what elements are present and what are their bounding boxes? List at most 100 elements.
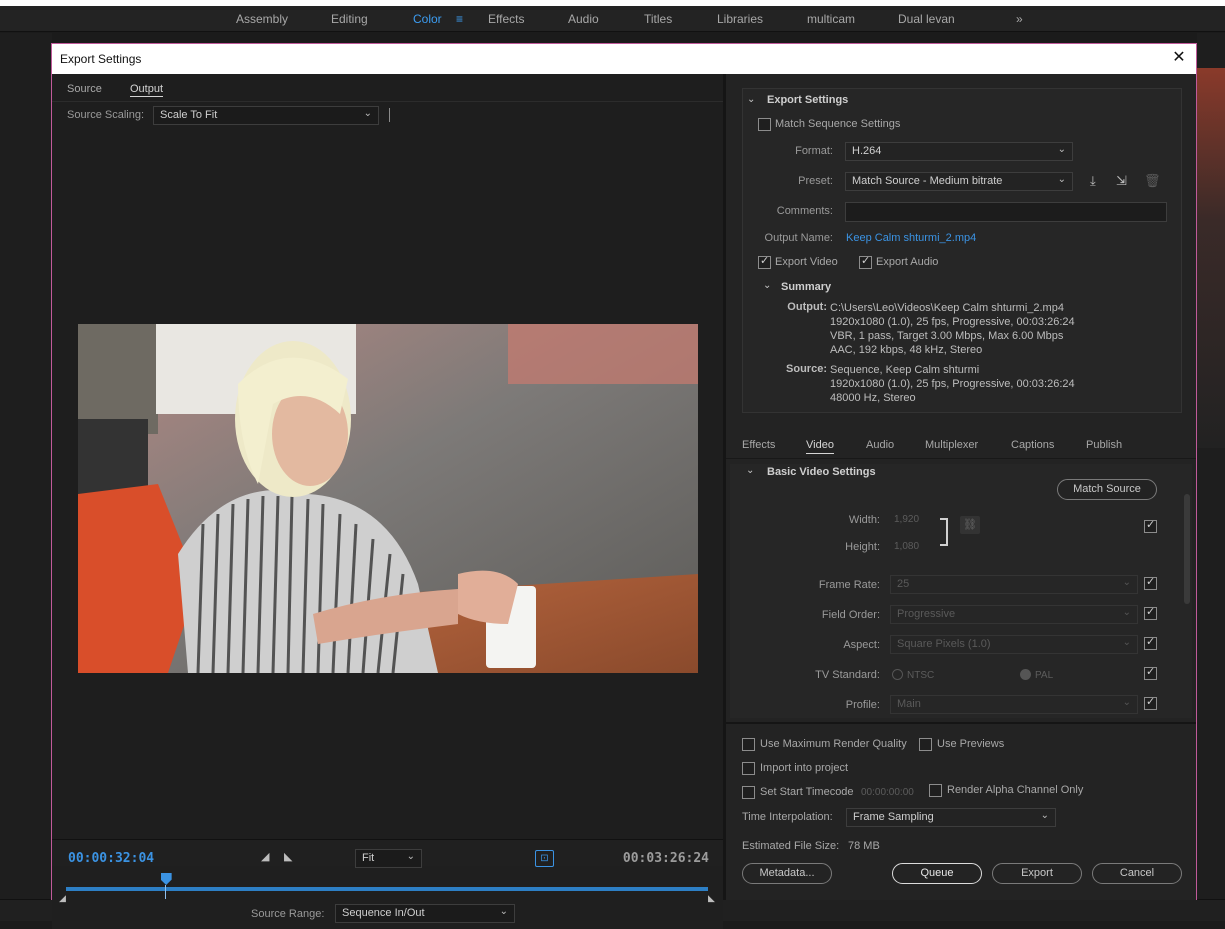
frame-rate-dropdown[interactable]: 25 ⌄ (890, 575, 1138, 594)
set-start-timecode-checkbox[interactable] (742, 786, 755, 799)
export-audio-checkbox[interactable] (859, 254, 872, 269)
aspect-label: Aspect: (843, 639, 880, 651)
time-interpolation-dropdown[interactable]: Frame Sampling ⌄ (846, 808, 1056, 827)
link-icon[interactable]: ⛓ (960, 516, 980, 534)
aspect-checkbox[interactable] (1144, 635, 1157, 650)
export-button[interactable]: Export (992, 863, 1082, 884)
workspace-tab-assembly[interactable]: Assembly (236, 12, 288, 26)
tab-publish[interactable]: Publish (1086, 439, 1122, 451)
comments-input[interactable] (845, 202, 1167, 222)
summary-output-details: C:\Users\Leo\Videos\Keep Calm shturmi_2.… (830, 302, 1075, 356)
chevron-down-icon: ⌄ (1057, 144, 1066, 155)
range-start-handle-icon[interactable]: ◢ (59, 893, 66, 904)
tab-captions[interactable]: Captions (1011, 439, 1054, 451)
workspace-tab-dual-levan[interactable]: Dual levan (898, 12, 955, 26)
workspace-tab-audio[interactable]: Audio (568, 12, 599, 26)
import-into-project-checkbox[interactable] (742, 762, 755, 775)
video-settings-scrollbar[interactable] (1184, 494, 1190, 604)
metadata-button[interactable]: Metadata... (742, 863, 832, 884)
tab-video[interactable]: Video (806, 439, 834, 454)
current-timecode[interactable]: 00:00:32:04 (68, 851, 154, 866)
workspace-tab-titles[interactable]: Titles (644, 12, 672, 26)
aspect-value: Square Pixels (1.0) (897, 638, 991, 650)
chevron-down-icon: ⌄ (1040, 810, 1049, 821)
zoom-dropdown[interactable]: Fit ⌄ (355, 849, 422, 868)
queue-button[interactable]: Queue (892, 863, 982, 884)
match-sequence-checkbox[interactable] (758, 118, 771, 131)
chevron-down-icon: ⌄ (363, 108, 372, 119)
cancel-button[interactable]: Cancel (1092, 863, 1182, 884)
match-source-button[interactable]: Match Source (1057, 479, 1157, 500)
summary-header: Summary (781, 281, 832, 293)
profile-dropdown[interactable]: Main ⌄ (890, 695, 1138, 714)
format-dropdown[interactable]: H.264 ⌄ (845, 142, 1073, 161)
fit-frame-icon[interactable]: ⊡ (535, 850, 554, 867)
source-range-dropdown[interactable]: Sequence In/Out ⌄ (335, 904, 515, 923)
workspace-bar: Assembly Editing Color ≡ Effects Audio T… (0, 6, 1225, 32)
chevron-down-icon: ⌄ (1057, 174, 1066, 185)
playhead-handle[interactable] (160, 873, 172, 885)
source-range-bar[interactable] (66, 887, 708, 891)
settings-pane: ⌄ Export Settings Match Sequence Setting… (726, 74, 1196, 900)
height-value[interactable]: 1,080 (894, 541, 919, 552)
field-order-checkbox[interactable] (1144, 605, 1157, 620)
delete-preset-icon[interactable]: 🗑 (1144, 173, 1161, 189)
collapse-chevron-icon[interactable]: ⌄ (746, 465, 754, 476)
preset-dropdown[interactable]: Match Source - Medium bitrate ⌄ (845, 172, 1073, 191)
width-height-checkbox[interactable] (1144, 518, 1157, 533)
basic-video-header: Basic Video Settings (767, 466, 876, 478)
close-icon[interactable]: ✕ (1170, 49, 1188, 67)
tv-standard-checkbox[interactable] (1144, 665, 1157, 680)
total-duration: 00:03:26:24 (622, 851, 709, 866)
field-order-dropdown[interactable]: Progressive ⌄ (890, 605, 1138, 624)
mark-out-icon[interactable]: ◣ (284, 850, 292, 863)
frame-rate-checkbox[interactable] (1144, 575, 1157, 590)
source-scaling-value: Scale To Fit (160, 109, 218, 121)
pal-radio[interactable] (1020, 669, 1031, 680)
output-name-label: Output Name: (764, 232, 833, 244)
output-name-link[interactable]: Keep Calm shturmi_2.mp4 (846, 232, 976, 244)
workspace-tab-multicam[interactable]: multicam (807, 12, 855, 26)
range-end-handle-icon[interactable]: ◣ (708, 893, 715, 904)
max-render-quality-checkbox[interactable] (742, 738, 755, 751)
match-sequence-label: Match Sequence Settings (775, 118, 901, 130)
overflow-chevron-icon[interactable]: » (1016, 12, 1023, 26)
workspace-tab-effects[interactable]: Effects (488, 12, 524, 26)
save-preset-icon[interactable]: ⤓ (1090, 173, 1096, 189)
set-start-timecode-label: Set Start Timecode (760, 786, 854, 798)
estimated-file-size-label: Estimated File Size: (742, 840, 840, 852)
tab-effects[interactable]: Effects (742, 439, 775, 451)
profile-checkbox[interactable] (1144, 695, 1157, 710)
height-label: Height: (845, 541, 880, 553)
ntsc-radio[interactable] (892, 669, 903, 680)
width-value[interactable]: 1,920 (894, 514, 919, 525)
tab-audio[interactable]: Audio (866, 439, 894, 451)
start-timecode-value[interactable]: 00:00:00:00 (861, 787, 914, 798)
tab-output[interactable]: Output (130, 83, 164, 97)
comments-label: Comments: (776, 205, 833, 217)
estimated-file-size-value: 78 MB (848, 840, 880, 852)
preset-value: Match Source - Medium bitrate (852, 175, 1003, 187)
workspace-tab-color[interactable]: Color (413, 12, 442, 26)
mark-in-icon[interactable]: ◢ (261, 850, 269, 863)
import-preset-icon[interactable]: ⇲ (1116, 173, 1127, 189)
export-video-checkbox[interactable] (758, 254, 771, 269)
render-alpha-checkbox[interactable] (929, 784, 942, 797)
workspace-menu-icon[interactable]: ≡ (456, 12, 463, 26)
collapse-chevron-icon[interactable]: ⌄ (747, 94, 755, 105)
aspect-dropdown[interactable]: Square Pixels (1.0) ⌄ (890, 635, 1138, 654)
timeline-controls: 00:00:32:04 ◢ ◣ Fit ⌄ ⊡ 00:03:26:24 ◢ ◣ … (52, 839, 723, 929)
source-scaling-dropdown[interactable]: Scale To Fit ⌄ (153, 106, 379, 125)
dialog-titlebar: Export Settings ✕ (52, 44, 1196, 74)
video-preview-frame (78, 324, 698, 673)
workspace-tab-libraries[interactable]: Libraries (717, 12, 763, 26)
workspace-tab-editing[interactable]: Editing (331, 12, 368, 26)
ntsc-label: NTSC (907, 670, 935, 681)
settings-tabs: Effects Video Audio Multiplexer Captions… (726, 429, 1196, 459)
summary-chevron-icon[interactable]: ⌄ (763, 280, 771, 291)
use-previews-label: Use Previews (937, 738, 1005, 750)
export-options-footer: Use Maximum Render Quality Use Previews … (726, 722, 1196, 900)
tab-source[interactable]: Source (67, 83, 102, 95)
tab-multiplexer[interactable]: Multiplexer (925, 439, 978, 451)
use-previews-checkbox[interactable] (919, 738, 932, 751)
